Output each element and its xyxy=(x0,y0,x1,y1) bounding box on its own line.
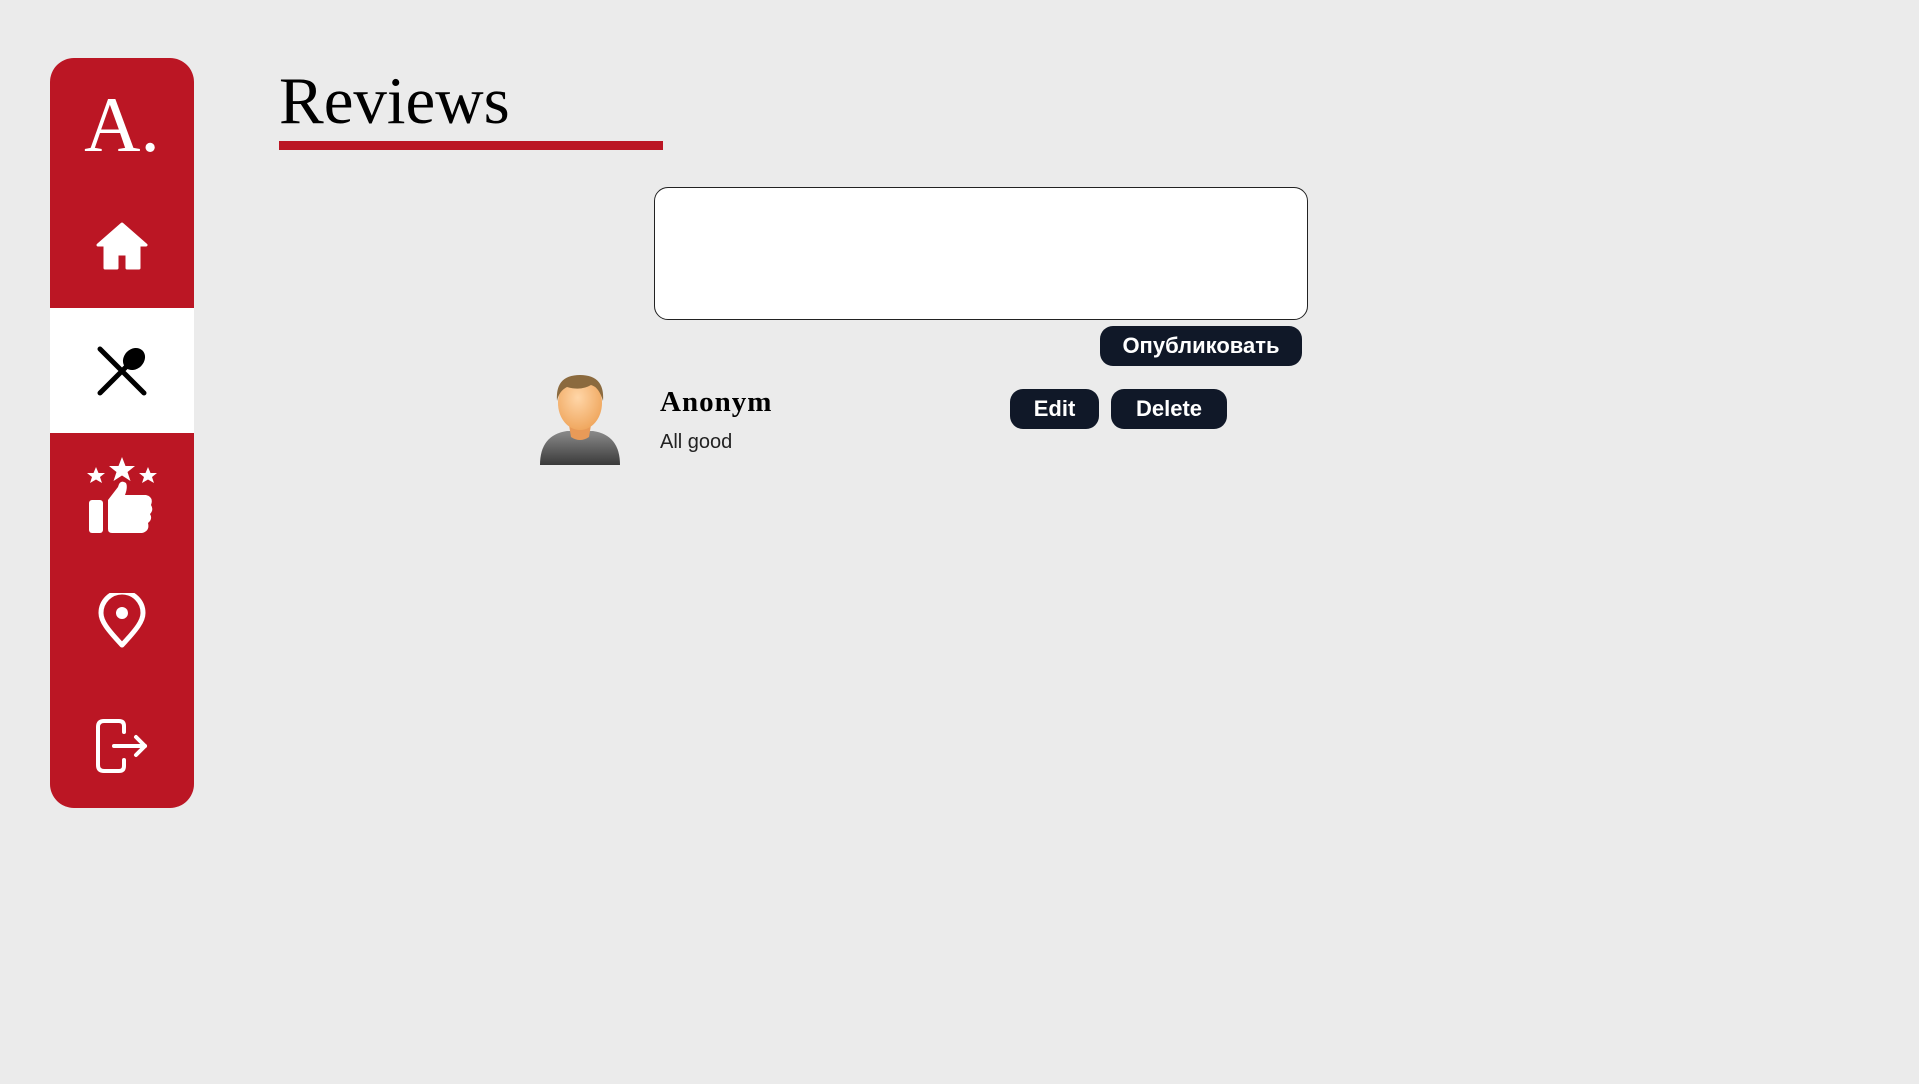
user-avatar-icon xyxy=(540,375,620,465)
review-input[interactable] xyxy=(654,187,1308,320)
sidebar: A. xyxy=(50,58,194,808)
review-author: Anonym xyxy=(660,386,773,418)
page-title: Reviews xyxy=(279,64,510,138)
location-pin-icon xyxy=(98,592,146,647)
publish-button[interactable]: Опубликовать xyxy=(1100,326,1302,366)
sidebar-item-menu[interactable] xyxy=(50,308,194,433)
logout-icon xyxy=(96,718,147,773)
title-underline xyxy=(279,141,663,150)
rating-icon xyxy=(87,456,157,533)
home-icon xyxy=(96,222,148,269)
sidebar-item-logout[interactable] xyxy=(50,683,194,808)
sidebar-item-home[interactable] xyxy=(50,183,194,308)
review-text: All good xyxy=(660,431,733,453)
logo[interactable]: A. xyxy=(50,58,194,183)
delete-button[interactable]: Delete xyxy=(1111,389,1227,429)
utensils-icon xyxy=(97,346,147,395)
sidebar-item-reviews[interactable] xyxy=(50,433,194,558)
sidebar-item-location[interactable] xyxy=(50,558,194,683)
edit-button[interactable]: Edit xyxy=(1010,389,1099,429)
